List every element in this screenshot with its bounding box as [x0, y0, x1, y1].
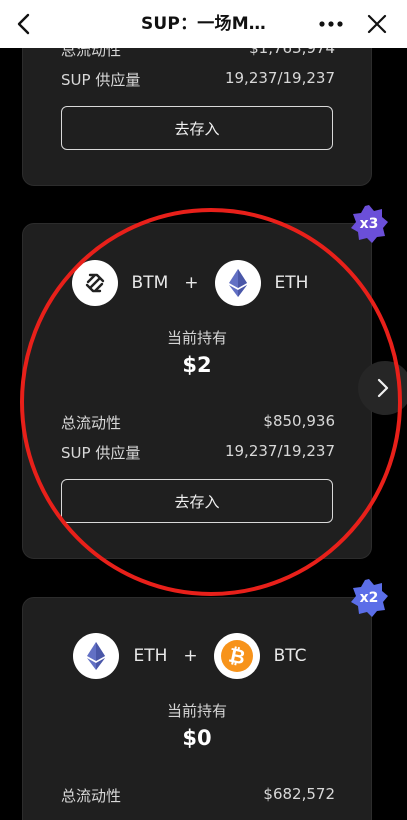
eth-coin-icon — [214, 260, 261, 306]
token-b-symbol: ETH — [274, 273, 309, 293]
sup-supply-row: SUP 供应量 19,237/19,237 — [61, 442, 335, 463]
holding-value: $0 — [182, 726, 212, 750]
close-icon — [367, 14, 387, 34]
total-liquidity-label: 总流动性 — [61, 414, 122, 432]
holding-value: $2 — [182, 353, 212, 377]
sup-supply-value: 19,237/19,237 — [224, 442, 335, 460]
total-liquidity-row: 总流动性 $850,936 — [61, 412, 335, 433]
next-page-button[interactable] — [358, 361, 407, 415]
btm-coin-icon — [71, 260, 118, 306]
multiplier-text: x2 — [359, 590, 379, 606]
sup-supply-label: SUP 供应量 — [61, 444, 141, 462]
token-b-symbol: BTC — [273, 646, 307, 666]
btc-coin-icon: ₿ — [213, 633, 260, 679]
token-pair: ETH + ₿ BTC — [23, 633, 371, 679]
sup-supply-label: SUP 供应量 — [61, 71, 141, 89]
plus-sign: + — [184, 273, 199, 293]
more-horizontal-icon — [319, 21, 343, 27]
holding-label: 当前持有 — [166, 329, 227, 347]
token-a-symbol: BTM — [131, 273, 169, 293]
total-liquidity-value: $682,572 — [263, 785, 335, 803]
top-nav-bar: SUP：一场M… — [0, 0, 407, 48]
multiplier-badge: x2 — [348, 577, 390, 619]
deposit-button[interactable]: 去存入 — [61, 106, 333, 150]
total-liquidity-value: $850,936 — [263, 412, 335, 430]
token-pair: BTM + ETH — [23, 260, 371, 306]
more-button[interactable] — [313, 6, 349, 42]
chevron-right-icon — [377, 378, 389, 398]
deposit-button[interactable]: 去存入 — [61, 479, 333, 523]
eth-coin-icon — [73, 633, 120, 679]
holding-label: 当前持有 — [166, 702, 227, 720]
total-liquidity-label: 总流动性 — [61, 787, 122, 805]
token-a-symbol: ETH — [133, 646, 168, 666]
total-liquidity-row: 总流动性 $682,572 — [61, 785, 335, 806]
sup-supply-row: SUP 供应量 19,237/19,237 — [61, 69, 335, 90]
sup-supply-value: 19,237/19,237 — [224, 69, 335, 87]
pool-card: BTM + ETH 当前持有 $2 总流动性 $850,936 SUP 供应量 … — [22, 223, 372, 559]
multiplier-badge: x3 — [348, 203, 390, 245]
pool-card: ETH + ₿ BTC 当前持有 $0 总流动性 $682,572 — [22, 597, 372, 820]
close-button[interactable] — [359, 6, 395, 42]
multiplier-text: x3 — [359, 216, 379, 232]
plus-sign: + — [183, 646, 198, 666]
